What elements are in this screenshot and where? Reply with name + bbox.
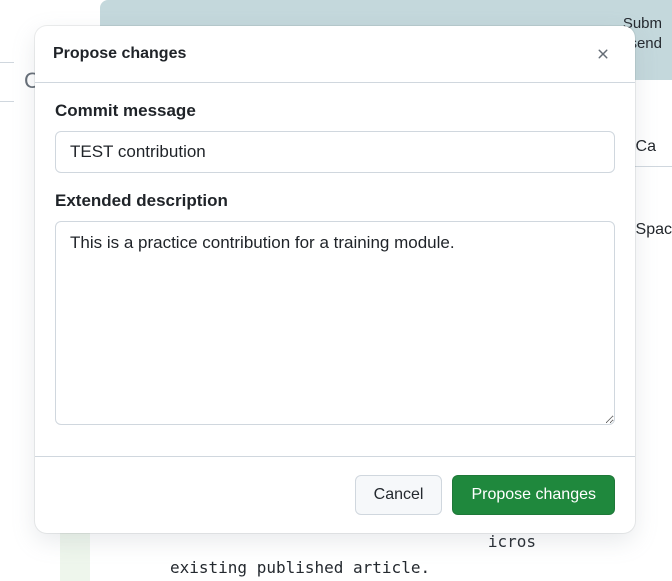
background-toolbar-edge <box>0 62 14 102</box>
commit-message-input[interactable] <box>55 131 615 173</box>
commit-message-label: Commit message <box>55 101 615 121</box>
propose-changes-dialog: Propose changes Commit message Extended … <box>35 26 635 533</box>
extended-description-label: Extended description <box>55 191 615 211</box>
dialog-body: Commit message Extended description This… <box>35 83 635 456</box>
extended-description-input[interactable]: This is a practice contribution for a tr… <box>55 221 615 425</box>
commit-message-group: Commit message <box>55 101 615 173</box>
dialog-footer: Cancel Propose changes <box>35 456 635 533</box>
close-icon <box>595 46 611 62</box>
dialog-header: Propose changes <box>35 26 635 83</box>
propose-changes-button[interactable]: Propose changes <box>452 475 615 515</box>
extended-description-group: Extended description This is a practice … <box>55 191 615 430</box>
dialog-title: Propose changes <box>53 45 186 63</box>
close-button[interactable] <box>589 40 617 68</box>
cancel-button[interactable]: Cancel <box>355 475 443 515</box>
